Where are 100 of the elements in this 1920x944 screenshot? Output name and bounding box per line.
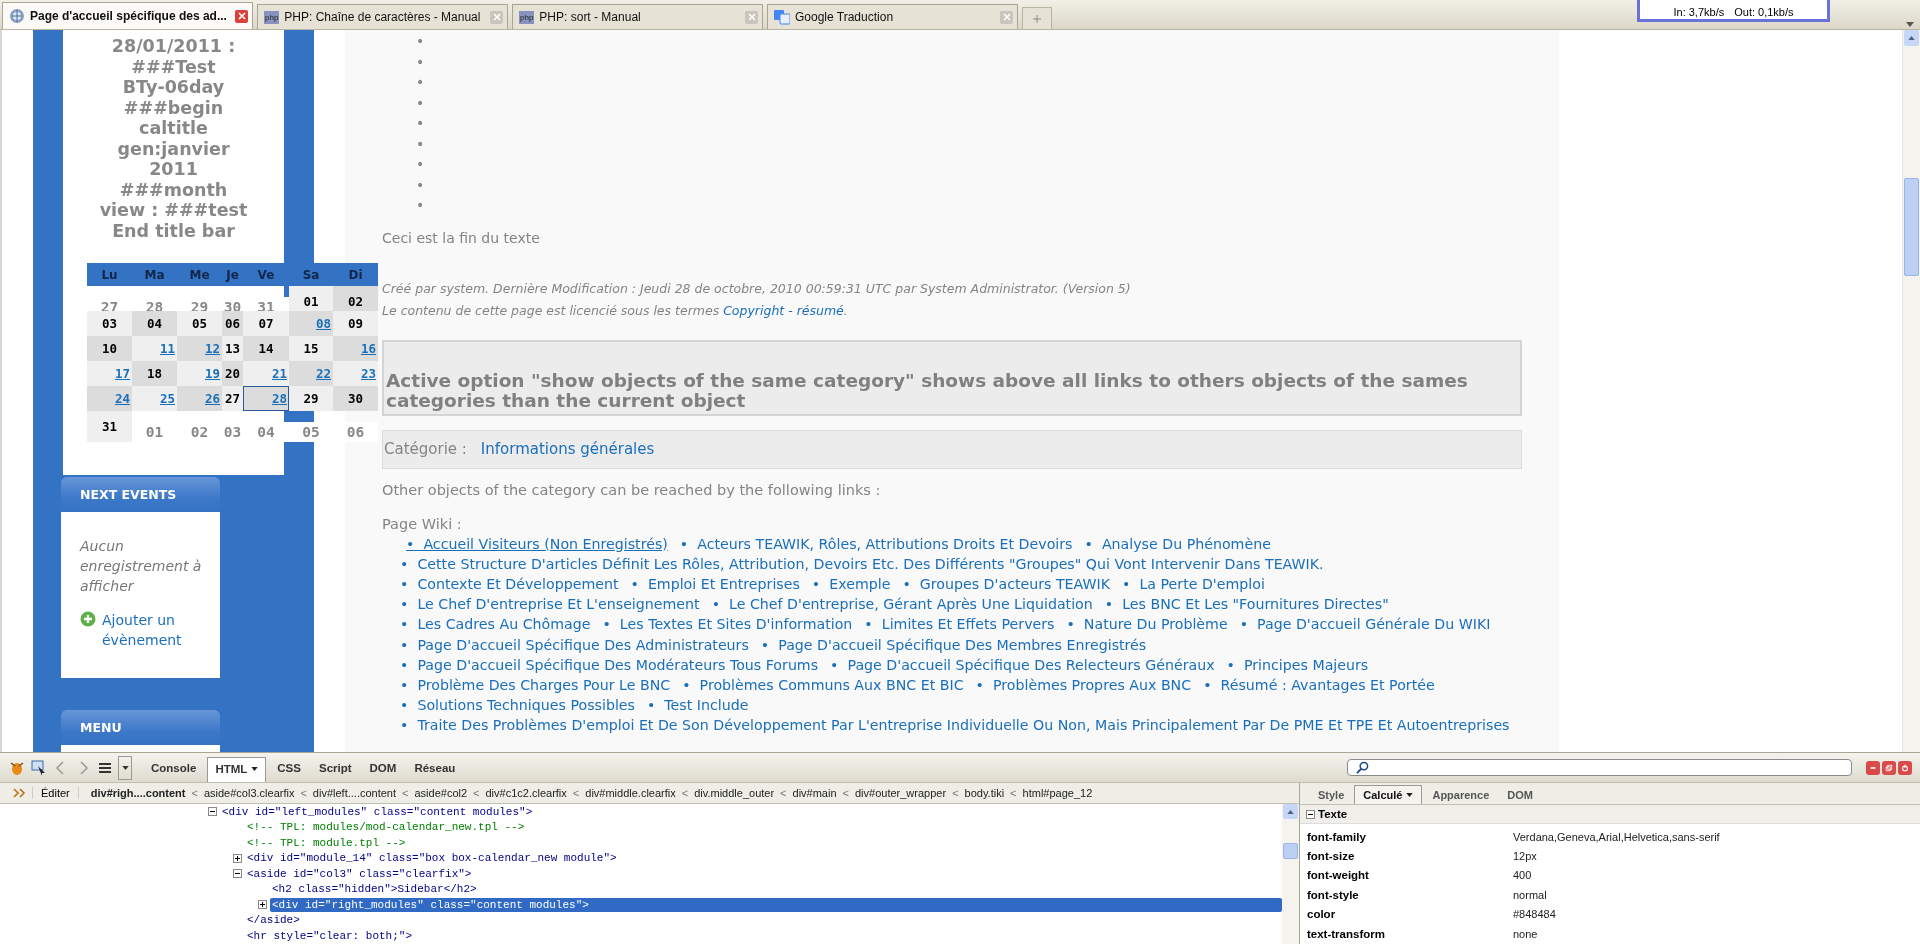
wiki-link[interactable]: • Les Cadres Au Chômage [400,614,591,635]
wiki-link[interactable]: • Page D'accueil Spécifique Des Modérateurs Tous Forums [400,654,819,675]
panel-tab[interactable]: CSS [270,756,308,779]
markup-line[interactable]: <aside id="col3" class="clearfix"> [245,866,474,881]
wiki-link[interactable]: • Solutions Techniques Possibles [400,695,635,716]
breadcrumb-item[interactable]: div#middle.clearfix [585,787,676,799]
wiki-link[interactable]: • Problèmes Propres Aux BNC [975,674,1192,696]
breadcrumb-item[interactable]: aside#col3.clearfix [203,787,295,799]
breadcrumb-item[interactable]: div#c1c2.clearfix [485,787,567,799]
calendar-day[interactable]: 16 [333,336,378,361]
markup-line[interactable]: <h2 class="hidden">Sidebar</h2> [270,882,479,897]
browser-tab[interactable]: Page d'accueil spécifique des ad... [2,2,253,29]
wiki-link[interactable]: • Les Textes Et Sites D'information [602,614,853,635]
side-tab[interactable]: Style [1310,786,1353,804]
calendar-day[interactable]: 28 [243,386,289,411]
up-arrow-icon[interactable] [1908,36,1915,40]
expand-toggle[interactable] [258,900,267,910]
breadcrumb-item[interactable]: div.middle_outer [694,787,775,799]
markup-line[interactable]: <div id="module_14" class="box box-calendar_new module"> [245,851,619,866]
wiki-link[interactable]: • Résumé : Avantages Et Portée [1203,674,1435,696]
calendar-day[interactable]: 21 [243,361,289,386]
side-tab[interactable]: Apparence [1424,786,1498,804]
expand-toggle[interactable] [233,869,242,879]
calendar-day[interactable]: 26 [177,386,222,411]
wiki-link[interactable]: • Emploi Et Entreprises [630,573,800,595]
browser-tab[interactable]: php PHP: Chaîne de caractères - Manual [257,4,508,29]
browser-tab[interactable]: php PHP: sort - Manual [512,4,763,29]
scrollbar[interactable] [1282,804,1299,944]
expand-toggle[interactable] [233,853,242,863]
panel-tab[interactable]: DOM [362,756,404,779]
calendar-day[interactable]: 23 [333,361,378,386]
wiki-link[interactable]: • Limites Et Effets Pervers [864,614,1055,635]
up-arrow-icon[interactable] [1287,809,1294,814]
edit-button[interactable]: Éditer [32,787,79,799]
calendar-day[interactable]: 08 [289,311,333,336]
calendar-day[interactable]: 25 [132,386,177,411]
category-link[interactable]: Informations générales [480,440,655,458]
breadcrumb-item[interactable]: div#righ....content [90,787,186,799]
wiki-link[interactable]: • Exemple [811,573,891,595]
markup-line[interactable]: <!-- TPL: modules/mod-calendar_new.tpl --> [245,820,527,835]
wiki-link[interactable]: • Page D'accueil Générale Du WIKI [1239,614,1491,635]
breadcrumb-item[interactable]: div#main [792,787,837,799]
markup-line[interactable]: <div id="left_modules" class="content modules"> [220,804,535,819]
side-tab[interactable]: Calculé [1354,785,1423,804]
wiki-link[interactable]: • Problèmes Communs Aux BNC Et BIC [682,674,964,696]
search-field[interactable] [1347,759,1852,776]
breadcrumb-item[interactable]: aside#col2 [414,787,468,799]
copyright-link[interactable]: Copyright - résumé [723,302,844,318]
wiki-link[interactable]: • Groupes D'acteurs TEAWIK [902,573,1111,595]
scroll-thumb[interactable] [1904,178,1919,276]
add-event-link[interactable]: Ajouter un évènement [102,610,202,650]
close-icon[interactable] [235,9,248,23]
inspect-icon[interactable] [30,758,48,777]
wiki-link[interactable]: • Principes Majeurs [1226,654,1369,675]
scrollbar[interactable] [1902,30,1920,752]
wiki-link[interactable]: • Page D'accueil Spécifique Des Relecteurs Généraux [830,654,1215,675]
calendar-day[interactable]: 17 [87,361,132,386]
panel-tab[interactable]: HTML [207,757,267,782]
minimize-button[interactable] [1866,760,1880,775]
panel-tab[interactable]: Script [311,756,359,779]
breadcrumb-item[interactable]: body.tiki [964,787,1005,799]
wiki-link[interactable]: • Problème Des Charges Pour Le BNC [400,674,671,696]
wiki-link[interactable]: • Le Chef D'entreprise Et L'enseignement [400,594,700,615]
wiki-link[interactable]: • Acteurs TEAWIK, Rôles, Attributions Droits Et Devoirs [679,533,1073,554]
wiki-link[interactable]: • Cette Structure D'articles Définit Les Rôles, Attribution, Devoirs Etc. Des Différents "Groupes" Qui Vont Intervenir Dans TEAWIK. [400,553,1324,574]
collapse-toggle[interactable] [1306,809,1315,819]
expand-toggle[interactable] [208,807,217,817]
close-button[interactable] [1898,760,1912,775]
crumb-separator: < [572,787,580,799]
calendar-day[interactable]: 12 [177,336,222,361]
panel-tab[interactable]: Console [144,756,204,779]
markup-line[interactable]: </aside> [245,913,302,928]
markup-line[interactable]: <!-- TPL: module.tpl --> [245,835,408,850]
calendar-day[interactable]: 24 [87,386,132,411]
panel-tab[interactable]: Réseau [407,756,463,779]
detach-button[interactable] [1882,760,1896,775]
wiki-link[interactable]: • Traite Des Problèmes D'emploi Et De Son Développement Par L'entreprise Individuelle Ou Non, Mais Principalement Par De PME Et TPE Et Autoentreprises [400,715,1510,736]
dropdown-button[interactable] [118,755,132,780]
wiki-link[interactable]: • Accueil Visiteurs (Non Enregistrés) [400,533,668,554]
browser-tab[interactable]: Google Traduction [767,4,1018,29]
wiki-link[interactable]: • Test Include [646,695,749,716]
breadcrumb-item[interactable]: html#page_12 [1022,787,1093,799]
wiki-link[interactable]: • Nature Du Problème [1066,614,1228,635]
side-tab[interactable]: DOM [1499,786,1541,804]
calendar-day[interactable]: 19 [177,361,222,386]
wiki-link[interactable]: • Le Chef D'entreprise, Gérant Après Une Liquidation [711,594,1093,615]
calendar-day[interactable]: 11 [132,336,177,361]
breadcrumb-item[interactable]: div#outer_wrapper [855,787,947,799]
wiki-link[interactable]: • Contexte Et Développement [400,573,619,595]
breadcrumb-item[interactable]: div#left....content [312,787,397,799]
wiki-link[interactable]: • Les BNC Et Les "Fournitures Directes" [1104,594,1389,615]
markup-line[interactable]: <hr style="clear: both;"> [245,928,415,943]
caret-icon[interactable] [1406,793,1414,797]
wiki-link[interactable]: • La Perte D'emploi [1122,573,1265,595]
scroll-thumb[interactable] [1283,843,1298,859]
wiki-link[interactable]: • Page D'accueil Spécifique Des Administrateurs [400,634,749,655]
wiki-link[interactable]: • Analyse Du Phénomène [1084,533,1271,554]
caret-icon[interactable] [251,767,259,771]
calendar-day[interactable]: 22 [289,361,333,386]
wiki-link[interactable]: • Page D'accueil Spécifique Des Membres Enregistrés [760,634,1147,655]
